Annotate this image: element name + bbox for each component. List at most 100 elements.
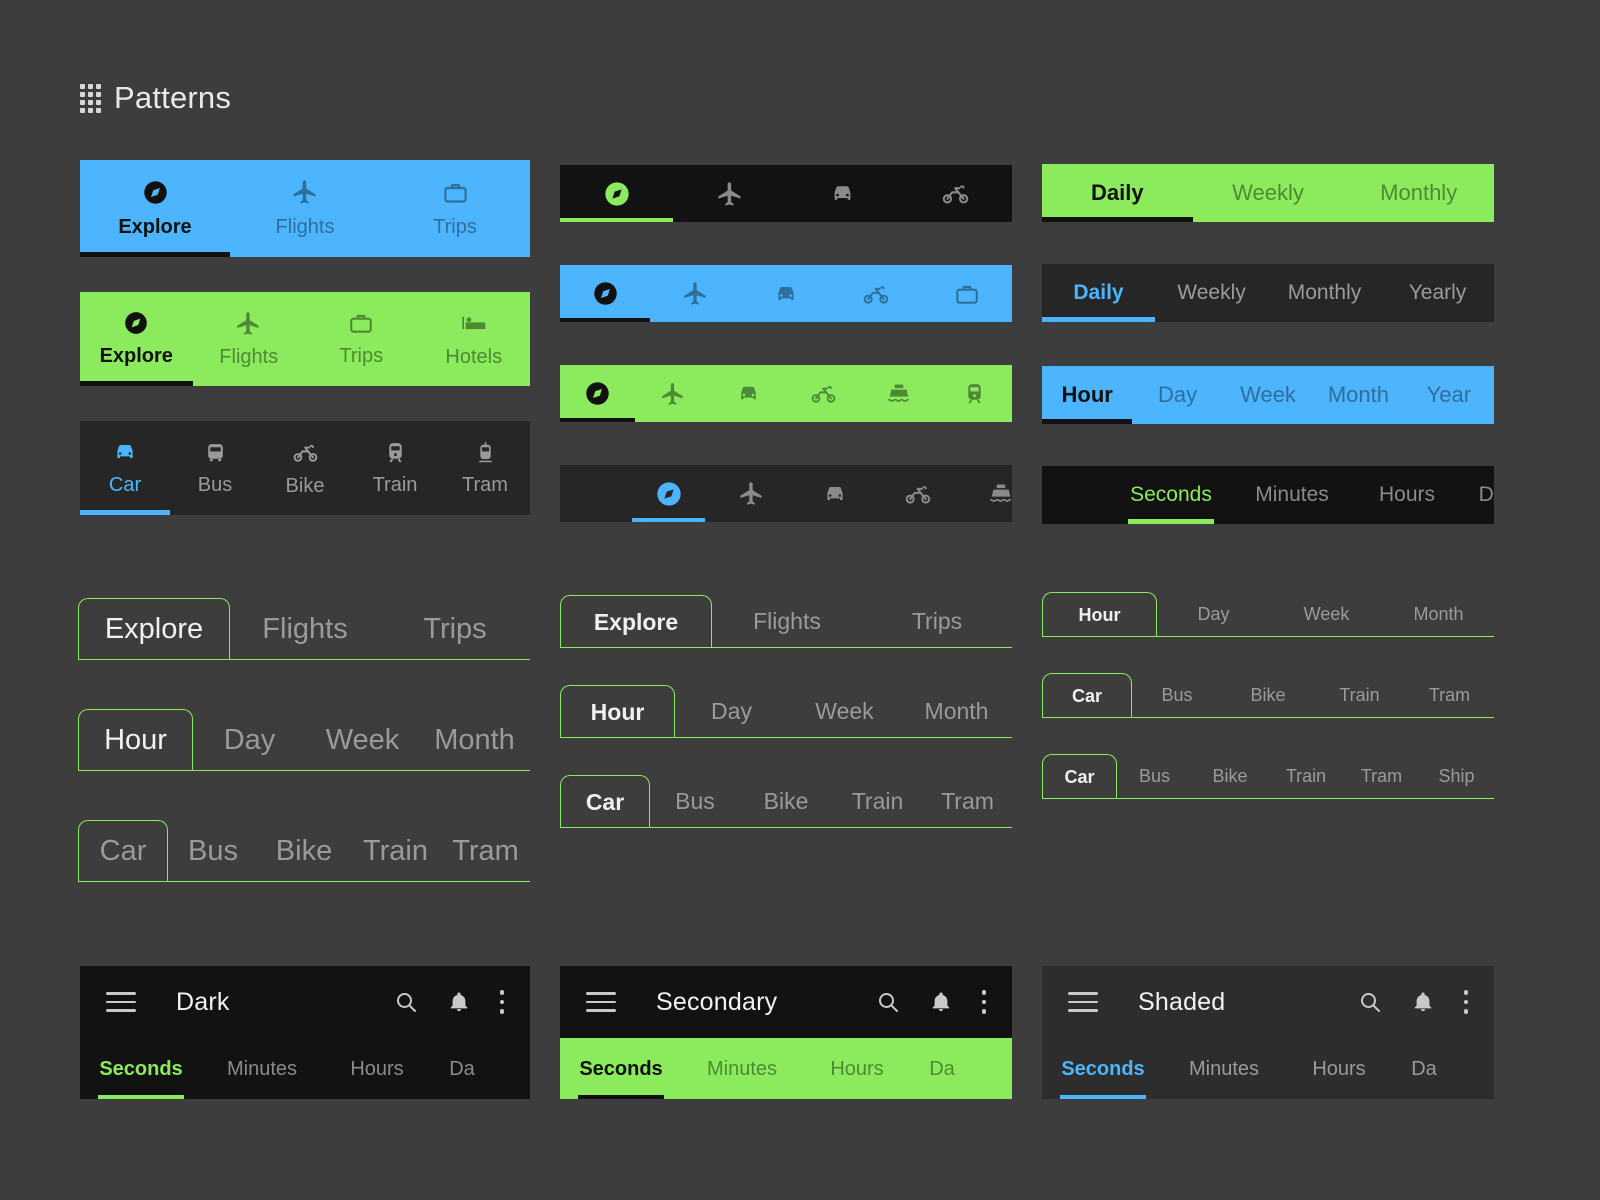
blue-icon-only-tabs[interactable] (560, 265, 1012, 322)
notification-bell-icon[interactable] (930, 991, 952, 1013)
tab-days-partial[interactable]: Da (912, 1038, 972, 1099)
tab-bus[interactable]: Bus (650, 775, 740, 828)
tab-explore[interactable]: Explore (560, 595, 712, 648)
tab-car[interactable]: Car (78, 820, 168, 882)
tab-bike[interactable]: Bike (740, 775, 832, 828)
shaded-scrollable-icon-tabs[interactable] (560, 465, 1012, 522)
tab-hours[interactable]: Hours (1284, 1038, 1394, 1099)
tab-flights[interactable] (673, 165, 786, 222)
tab-train[interactable] (937, 365, 1012, 422)
tab-car[interactable]: Car (560, 775, 650, 828)
outlined-tabs-explore-large[interactable]: Explore Flights Trips (78, 598, 530, 660)
tab-month[interactable]: Month (901, 685, 1012, 738)
dark-app-bar[interactable]: Dark Seconds Minutes Hours Da (80, 966, 530, 1099)
green-icon-text-tabs[interactable]: Explore Flights Trips Hotels (80, 292, 530, 386)
tab-year[interactable]: Year (1404, 366, 1494, 424)
tab-trips[interactable]: Trips (862, 595, 1012, 648)
tab-train[interactable]: Train (350, 421, 440, 515)
tab-bike[interactable] (786, 365, 861, 422)
tab-trips[interactable]: Trips (380, 598, 530, 660)
tab-train[interactable]: Train (832, 775, 923, 828)
tab-seconds[interactable]: Seconds (80, 1038, 202, 1099)
tab-bike[interactable]: Bike (258, 820, 350, 882)
tab-seconds[interactable]: Seconds (1042, 1038, 1164, 1099)
outlined-tabs-hour-medium[interactable]: Hour Day Week Month (560, 685, 1012, 738)
tab-explore[interactable]: Explore (80, 292, 193, 386)
green-text-tabs-daily[interactable]: Daily Weekly Monthly (1042, 164, 1494, 222)
black-scrollable-text-tabs-seconds[interactable]: Seconds Minutes Hours Da (1042, 466, 1494, 524)
tab-bike[interactable] (899, 165, 1012, 222)
tab-tram[interactable]: Tram (923, 775, 1012, 828)
blue-icon-text-tabs[interactable]: Explore Flights Trips (80, 160, 530, 257)
tab-car[interactable]: Car (1042, 754, 1117, 799)
tab-train[interactable]: Train (1268, 754, 1344, 799)
tab-car[interactable] (793, 465, 876, 522)
tab-flights[interactable] (635, 365, 710, 422)
tab-hours[interactable]: Hours (802, 1038, 912, 1099)
tab-days-partial[interactable]: Da (432, 1038, 492, 1099)
tab-car[interactable]: Car (80, 421, 170, 515)
tab-trips[interactable] (922, 265, 1012, 322)
more-vertical-icon[interactable] (499, 990, 504, 1014)
tab-bus[interactable]: Bus (1132, 673, 1222, 718)
outlined-tabs-car-large[interactable]: Car Bus Bike Train Tram (78, 820, 530, 882)
tab-tram[interactable]: Tram (1344, 754, 1419, 799)
more-vertical-icon[interactable] (1463, 990, 1468, 1014)
tab-hour[interactable]: Hour (560, 685, 675, 738)
tab-daily[interactable]: Daily (1042, 264, 1155, 322)
tab-train[interactable]: Train (350, 820, 441, 882)
shaded-text-tabs-daily[interactable]: Daily Weekly Monthly Yearly (1042, 264, 1494, 322)
hamburger-icon[interactable] (106, 992, 136, 1012)
tab-day[interactable]: Day (675, 685, 788, 738)
notification-bell-icon[interactable] (1412, 991, 1434, 1013)
tab-ship[interactable]: Ship (1419, 754, 1494, 799)
tab-tram[interactable]: Tram (440, 421, 530, 515)
tab-bike[interactable]: Bike (1192, 754, 1268, 799)
black-icon-only-tabs[interactable] (560, 165, 1012, 222)
tab-flights[interactable] (710, 465, 793, 522)
tab-bus[interactable]: Bus (170, 421, 260, 515)
tab-month[interactable]: Month (419, 709, 530, 771)
tab-hours[interactable]: Hours (1352, 466, 1462, 524)
shaded-icon-text-tabs[interactable]: Car Bus Bike Train Tram (80, 421, 530, 515)
tab-minutes[interactable]: Minutes (202, 1038, 322, 1099)
tab-month[interactable]: Month (1383, 592, 1494, 637)
outlined-tabs-explore-medium[interactable]: Explore Flights Trips (560, 595, 1012, 648)
tab-monthly[interactable]: Monthly (1343, 164, 1494, 222)
tab-bike[interactable] (876, 465, 959, 522)
tab-hour[interactable]: Hour (1042, 366, 1133, 424)
tab-bus[interactable]: Bus (168, 820, 258, 882)
tab-explore[interactable] (560, 165, 673, 222)
search-icon[interactable] (394, 990, 418, 1014)
tab-tram[interactable]: Tram (1405, 673, 1494, 718)
outlined-tabs-car-xsmall[interactable]: Car Bus Bike Train Tram Ship (1042, 754, 1494, 799)
tab-bus[interactable]: Bus (1117, 754, 1192, 799)
shaded-app-bar[interactable]: Shaded Seconds Minutes Hours Da (1042, 966, 1494, 1099)
tab-explore[interactable] (560, 265, 651, 322)
blue-text-tabs-hour[interactable]: Hour Day Week Month Year (1042, 366, 1494, 424)
hamburger-icon[interactable] (1068, 992, 1098, 1012)
tab-seconds[interactable]: Seconds (1110, 466, 1232, 524)
tab-ferry[interactable] (861, 365, 936, 422)
tab-weekly[interactable]: Weekly (1155, 264, 1268, 322)
more-vertical-icon[interactable] (981, 990, 986, 1014)
tab-monthly[interactable]: Monthly (1268, 264, 1381, 322)
tab-ferry-partial[interactable] (959, 465, 1012, 522)
tab-bike[interactable] (831, 265, 921, 322)
tab-hour[interactable]: Hour (1042, 592, 1157, 637)
tab-tram[interactable]: Tram (441, 820, 530, 882)
tab-trips[interactable]: Trips (305, 292, 418, 386)
tab-car[interactable]: Car (1042, 673, 1132, 718)
tab-week[interactable]: Week (1223, 366, 1313, 424)
tab-minutes[interactable]: Minutes (682, 1038, 802, 1099)
outlined-tabs-hour-small[interactable]: Hour Day Week Month (1042, 592, 1494, 637)
tab-day[interactable]: Day (1157, 592, 1270, 637)
tab-days-partial[interactable]: Da (1394, 1038, 1454, 1099)
search-icon[interactable] (1358, 990, 1382, 1014)
tab-flights[interactable]: Flights (712, 595, 862, 648)
tab-car[interactable] (786, 165, 899, 222)
tab-flights[interactable]: Flights (230, 598, 380, 660)
tab-days-partial[interactable]: Da (1462, 466, 1494, 524)
tab-daily[interactable]: Daily (1042, 164, 1193, 222)
tab-explore[interactable] (560, 365, 636, 422)
